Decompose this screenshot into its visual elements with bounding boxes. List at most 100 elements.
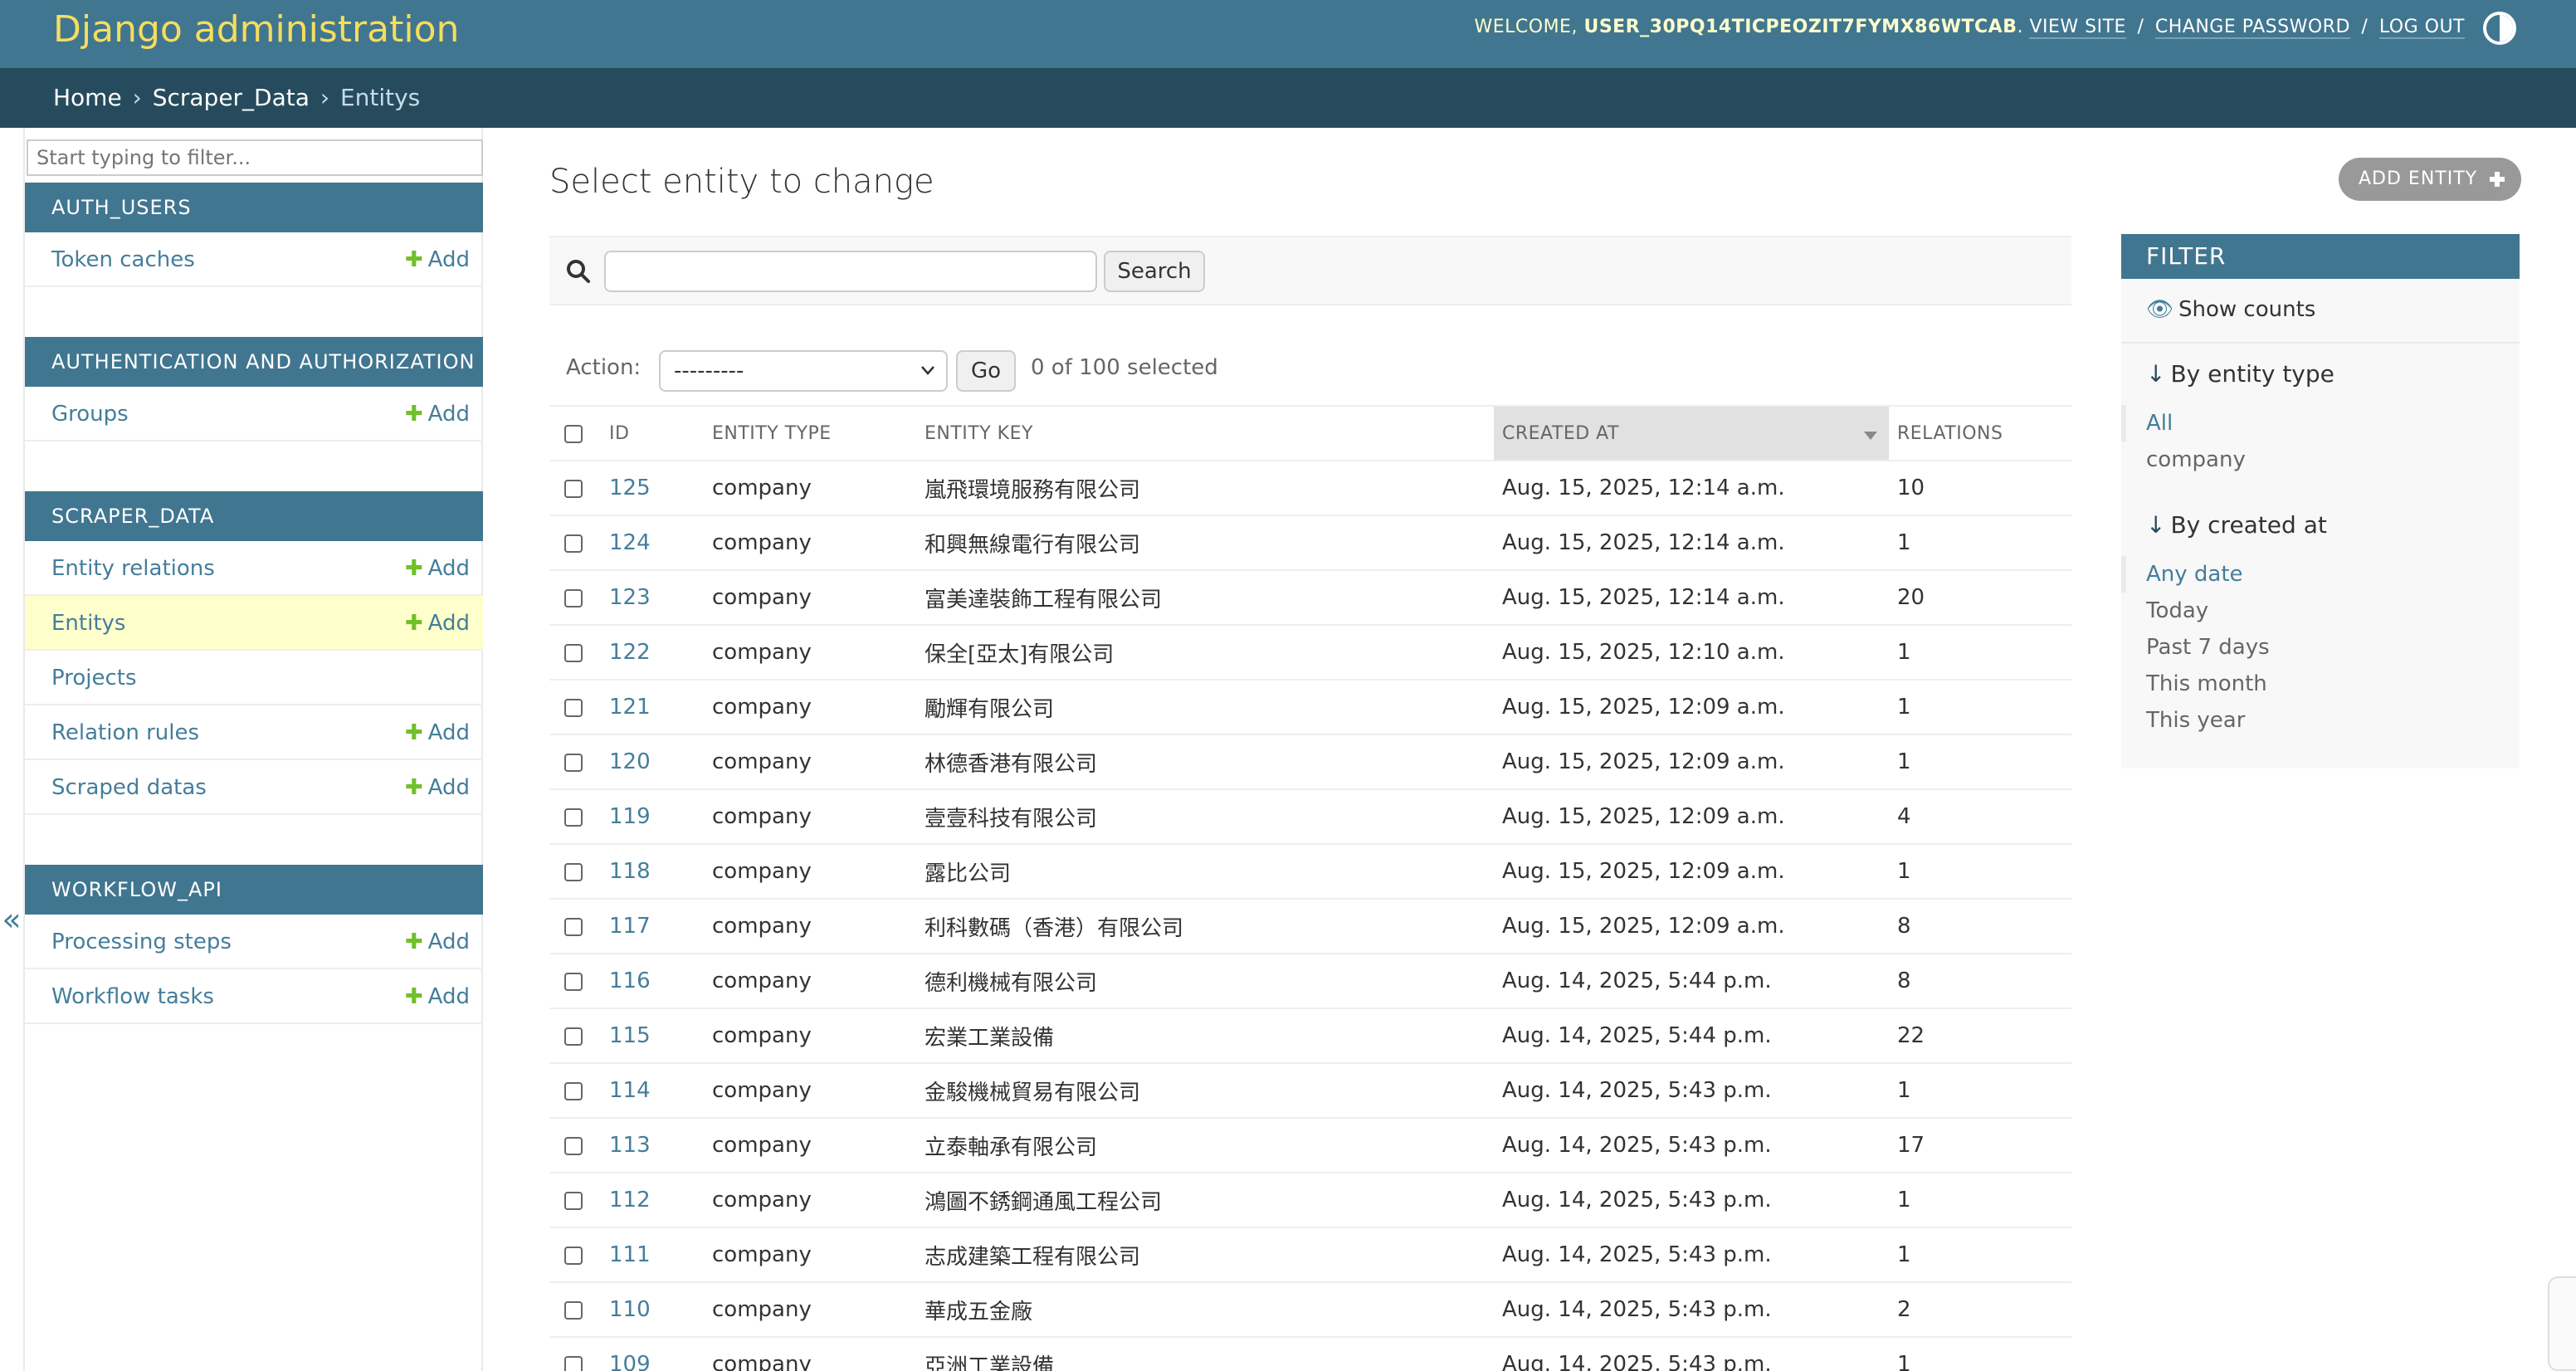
column-header-entity-key[interactable]: ENTITY KEY xyxy=(916,405,1494,461)
model-link[interactable]: Processing steps xyxy=(51,929,232,954)
go-button[interactable]: Go xyxy=(956,350,1016,392)
table-row[interactable]: 109 company 亞洲工業設備 Aug. 14, 2025, 5:43 p.m.… xyxy=(549,1337,2071,1371)
view-site-link[interactable]: VIEW SITE xyxy=(2029,17,2126,39)
row-checkbox[interactable] xyxy=(564,1081,583,1100)
column-header-entity-type[interactable]: ENTITY TYPE xyxy=(704,405,916,461)
table-row[interactable]: 116 company 德利機械有限公司 Aug. 14, 2025, 5:44 p.… xyxy=(549,954,2071,1009)
show-counts-link[interactable]: 👁 Show counts xyxy=(2146,297,2315,322)
column-header-relations[interactable]: RELATIONS xyxy=(1889,405,2071,461)
filter-option[interactable]: company xyxy=(2121,442,2520,478)
row-checkbox[interactable] xyxy=(564,588,583,607)
app-caption[interactable]: SCRAPER_DATA xyxy=(25,491,483,541)
table-row[interactable]: 121 company 勵輝有限公司 Aug. 15, 2025, 12:09 a.m… xyxy=(549,680,2071,735)
entity-id-link[interactable]: 124 xyxy=(609,530,651,555)
breadcrumb-home[interactable]: Home xyxy=(53,84,122,111)
filter-option[interactable]: Any date xyxy=(2121,556,2520,593)
row-checkbox[interactable] xyxy=(564,698,583,717)
add-link[interactable]: ✚ Add xyxy=(405,915,470,969)
select-all-checkbox[interactable] xyxy=(564,424,583,443)
table-row[interactable]: 122 company 保全[亞太]有限公司 Aug. 15, 2025, 12:10… xyxy=(549,625,2071,681)
table-row[interactable]: 118 company 露比公司 Aug. 15, 2025, 12:09 a.m. 1 xyxy=(549,844,2071,900)
table-row[interactable]: 117 company 利科數碼（香港）有限公司 Aug. 15, 2025, 12:… xyxy=(549,899,2071,954)
add-link[interactable]: ✚ Add xyxy=(405,760,470,815)
toggle-nav-sidebar-button[interactable]: « xyxy=(0,901,23,938)
app-caption[interactable]: WORKFLOW_API xyxy=(25,865,483,915)
entity-id-link[interactable]: 122 xyxy=(609,640,651,665)
row-checkbox[interactable] xyxy=(564,807,583,827)
model-link[interactable]: Projects xyxy=(51,666,137,690)
add-link[interactable]: ✚ Add xyxy=(405,705,470,760)
add-link[interactable]: ✚ Add xyxy=(405,596,470,651)
column-header-id[interactable]: ID xyxy=(601,405,704,461)
search-button[interactable]: Search xyxy=(1104,251,1205,292)
row-checkbox[interactable] xyxy=(564,643,583,662)
log-out-link[interactable]: LOG OUT xyxy=(2378,17,2465,39)
breadcrumb-app[interactable]: Scraper_Data xyxy=(153,84,310,111)
entity-id-link[interactable]: 115 xyxy=(609,1023,651,1048)
table-row[interactable]: 113 company 立泰軸承有限公司 Aug. 14, 2025, 5:43 p.… xyxy=(549,1118,2071,1173)
row-checkbox[interactable] xyxy=(564,862,583,881)
filter-option[interactable]: This year xyxy=(2121,702,2520,739)
side-panel-tab[interactable] xyxy=(2548,1276,2576,1371)
table-row[interactable]: 114 company 金駿機械貿易有限公司 Aug. 14, 2025, 5:43 … xyxy=(549,1063,2071,1119)
entity-id-link[interactable]: 121 xyxy=(609,695,651,720)
model-link[interactable]: Workflow tasks xyxy=(51,984,214,1009)
model-link[interactable]: Relation rules xyxy=(51,720,199,745)
add-link[interactable]: ✚ Add xyxy=(405,232,470,287)
entity-id-link[interactable]: 117 xyxy=(609,914,651,939)
model-link[interactable]: Scraped datas xyxy=(51,775,207,800)
row-checkbox[interactable] xyxy=(564,1300,583,1320)
nav-filter-input[interactable] xyxy=(27,139,483,176)
add-link[interactable]: ✚ Add xyxy=(405,541,470,596)
theme-toggle-icon[interactable] xyxy=(2483,12,2516,45)
entity-id-link[interactable]: 125 xyxy=(609,476,651,500)
change-password-link[interactable]: CHANGE PASSWORD xyxy=(2154,17,2350,39)
entity-id-link[interactable]: 116 xyxy=(609,968,651,993)
row-checkbox[interactable] xyxy=(564,972,583,991)
entity-id-link[interactable]: 110 xyxy=(609,1297,651,1322)
filter-option[interactable]: This month xyxy=(2121,666,2520,702)
model-link[interactable]: Token caches xyxy=(51,247,195,272)
entity-id-link[interactable]: 123 xyxy=(609,585,651,610)
model-link[interactable]: Groups xyxy=(51,402,129,427)
table-row[interactable]: 125 company 嵐飛環境服務有限公司 Aug. 15, 2025, 12:14… xyxy=(549,461,2071,516)
entity-id-link[interactable]: 111 xyxy=(609,1242,651,1267)
entity-id-link[interactable]: 109 xyxy=(609,1352,651,1371)
search-input[interactable] xyxy=(604,251,1097,292)
model-link[interactable]: Entitys xyxy=(51,611,125,636)
table-row[interactable]: 119 company 壹壹科技有限公司 Aug. 15, 2025, 12:09 a… xyxy=(549,789,2071,845)
filter-option[interactable]: Past 7 days xyxy=(2121,629,2520,666)
table-row[interactable]: 120 company 林德香港有限公司 Aug. 15, 2025, 12:09 a… xyxy=(549,734,2071,790)
row-checkbox[interactable] xyxy=(564,1246,583,1265)
row-checkbox[interactable] xyxy=(564,1191,583,1210)
add-link[interactable]: ✚ Add xyxy=(405,387,470,442)
table-row[interactable]: 123 company 富美達裝飾工程有限公司 Aug. 15, 2025, 12:1… xyxy=(549,570,2071,626)
row-checkbox[interactable] xyxy=(564,479,583,498)
table-row[interactable]: 111 company 志成建築工程有限公司 Aug. 14, 2025, 5:43 … xyxy=(549,1227,2071,1283)
table-row[interactable]: 112 company 鴻圖不銹鋼通風工程公司 Aug. 14, 2025, 5:43… xyxy=(549,1173,2071,1228)
app-caption[interactable]: AUTHENTICATION AND AUTHORIZATION xyxy=(25,337,483,387)
model-link[interactable]: Entity relations xyxy=(51,556,215,581)
table-row[interactable]: 115 company 宏業工業設備 Aug. 14, 2025, 5:44 p.m.… xyxy=(549,1008,2071,1064)
row-checkbox[interactable] xyxy=(564,1355,583,1371)
row-checkbox[interactable] xyxy=(564,917,583,936)
row-checkbox[interactable] xyxy=(564,1136,583,1155)
filter-option[interactable]: All xyxy=(2121,405,2520,442)
add-entity-button[interactable]: ADD ENTITY xyxy=(2339,158,2521,201)
site-branding[interactable]: Django administration xyxy=(53,7,459,53)
row-checkbox[interactable] xyxy=(564,1027,583,1046)
entity-id-link[interactable]: 118 xyxy=(609,859,651,884)
row-checkbox[interactable] xyxy=(564,534,583,553)
column-header-created-at[interactable]: CREATED AT xyxy=(1494,405,1889,461)
entity-id-link[interactable]: 119 xyxy=(609,804,651,829)
sort-desc-icon[interactable] xyxy=(1864,432,1877,440)
action-select[interactable]: --------- xyxy=(659,350,948,392)
filter-option[interactable]: Today xyxy=(2121,593,2520,629)
row-checkbox[interactable] xyxy=(564,753,583,772)
add-link[interactable]: ✚ Add xyxy=(405,969,470,1024)
entity-id-link[interactable]: 120 xyxy=(609,749,651,774)
entity-id-link[interactable]: 114 xyxy=(609,1078,651,1103)
table-row[interactable]: 110 company 華成五金廠 Aug. 14, 2025, 5:43 p.m. 2 xyxy=(549,1282,2071,1338)
entity-id-link[interactable]: 113 xyxy=(609,1133,651,1158)
app-caption[interactable]: AUTH_USERS xyxy=(25,183,483,232)
